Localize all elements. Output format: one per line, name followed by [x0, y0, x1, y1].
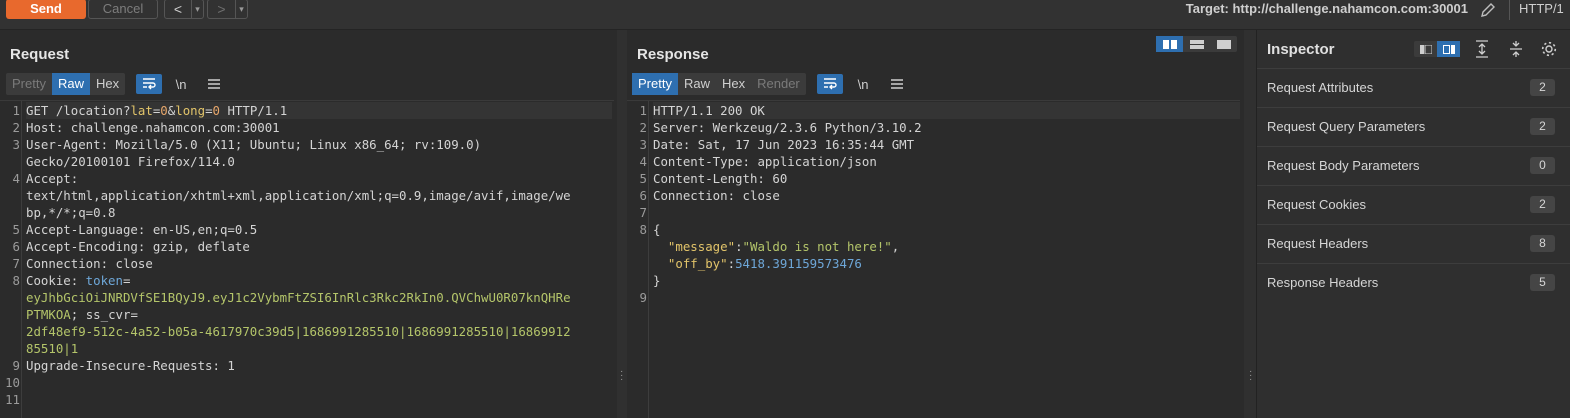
inspector-row-count: 5: [1530, 274, 1555, 291]
collapse-all-icon[interactable]: [1508, 40, 1524, 61]
inspector-row[interactable]: Request Headers 8: [1257, 224, 1570, 263]
inspector-layout-left-icon[interactable]: [1414, 41, 1437, 57]
inspector-row-count: 2: [1530, 196, 1555, 213]
splitter-handle-icon[interactable]: · · ·: [620, 367, 623, 385]
show-newlines-icon[interactable]: \n: [168, 74, 194, 94]
top-toolbar: Send Cancel < ▾ > ▾ Target: http://chall…: [0, 0, 1570, 30]
response-view-tabs: Pretty Raw Hex Render: [632, 73, 806, 95]
response-menu-icon[interactable]: [884, 74, 910, 94]
tab-render[interactable]: Render: [751, 73, 806, 95]
cancel-button[interactable]: Cancel: [88, 0, 158, 19]
response-inspector-splitter[interactable]: · · ·: [1244, 30, 1256, 418]
inspector-row-label: Request Cookies: [1267, 197, 1366, 212]
inspector-row[interactable]: Request Cookies 2: [1257, 185, 1570, 224]
send-button[interactable]: Send: [6, 0, 86, 19]
forward-navigation[interactable]: > ▾: [207, 0, 248, 19]
inspector-row-label: Request Query Parameters: [1267, 119, 1426, 134]
inspector-row-label: Request Body Parameters: [1267, 158, 1420, 173]
layout-switcher: [1156, 36, 1237, 52]
inspector-row-label: Response Headers: [1267, 275, 1379, 290]
tab-hex[interactable]: Hex: [716, 73, 751, 95]
show-newlines-icon[interactable]: \n: [850, 74, 876, 94]
inspector-row-count: 2: [1530, 79, 1555, 96]
inspector-title: Inspector: [1267, 41, 1335, 58]
back-dropdown-icon[interactable]: ▾: [191, 0, 203, 18]
splitter-handle-icon[interactable]: · · ·: [1249, 367, 1252, 385]
request-editor[interactable]: 1 2 3 4 5 6 7 8 9 10 11 GET /location?la…: [0, 100, 614, 418]
layout-single-icon[interactable]: [1210, 36, 1237, 52]
response-editor[interactable]: 1 2 3 4 5 6 7 8 9 HTTP/1.1 200 OK Server:…: [627, 100, 1240, 418]
tab-raw[interactable]: Raw: [51, 73, 90, 95]
inspector-row-label: Request Headers: [1267, 236, 1369, 251]
tab-raw[interactable]: Raw: [678, 73, 716, 95]
inspector-row-label: Request Attributes: [1267, 80, 1374, 95]
request-view-tabs: Pretty Raw Hex: [6, 73, 126, 95]
tab-pretty[interactable]: Pretty: [632, 73, 678, 95]
http-version[interactable]: HTTP/1: [1519, 1, 1564, 16]
forward-arrow-icon[interactable]: >: [208, 0, 235, 18]
back-navigation[interactable]: < ▾: [164, 0, 204, 19]
tab-hex[interactable]: Hex: [90, 73, 125, 95]
wrap-lines-icon[interactable]: [136, 74, 162, 94]
edit-pencil-icon[interactable]: [1478, 0, 1498, 20]
target-url: Target: http://challenge.nahamcon.com:30…: [1185, 1, 1468, 16]
tab-pretty[interactable]: Pretty: [6, 73, 52, 95]
response-title: Response: [637, 46, 709, 63]
request-code[interactable]: GET /location?lat=0&long=0 HTTP/1.1 Host:…: [26, 102, 612, 408]
inspector-row-count: 8: [1530, 235, 1555, 252]
request-menu-icon[interactable]: [201, 74, 227, 94]
inspector-layout-toggle: [1414, 41, 1460, 57]
back-arrow-icon[interactable]: <: [165, 0, 191, 18]
layout-stacked-icon[interactable]: [1183, 36, 1210, 52]
toolbar-separator: [1509, 0, 1510, 20]
inspector-row[interactable]: Request Body Parameters 0: [1257, 146, 1570, 185]
inspector-row-count: 2: [1530, 118, 1555, 135]
wrap-lines-icon[interactable]: [817, 74, 843, 94]
inspector-row[interactable]: Request Attributes 2: [1257, 68, 1570, 107]
request-response-splitter[interactable]: · · ·: [617, 30, 627, 418]
inspector-row-count: 0: [1530, 157, 1555, 174]
request-line-numbers: 1 2 3 4 5 6 7 8 9 10 11: [5, 103, 20, 407]
request-title: Request: [10, 46, 70, 63]
response-code[interactable]: HTTP/1.1 200 OK Server: Werkzeug/2.3.6 Py…: [653, 102, 1240, 306]
inspector-row[interactable]: Request Query Parameters 2: [1257, 107, 1570, 146]
inspector-panel: Inspector Request Attributes 2 Request Que…: [1256, 30, 1570, 418]
layout-side-by-side-icon[interactable]: [1156, 36, 1183, 52]
expand-all-icon[interactable]: [1474, 40, 1490, 61]
forward-dropdown-icon[interactable]: ▾: [235, 0, 247, 18]
inspector-layout-right-icon[interactable]: [1437, 41, 1460, 57]
settings-gear-icon[interactable]: [1540, 40, 1558, 61]
response-line-numbers: 1 2 3 4 5 6 7 8 9: [639, 103, 647, 305]
inspector-row[interactable]: Response Headers 5: [1257, 263, 1570, 302]
